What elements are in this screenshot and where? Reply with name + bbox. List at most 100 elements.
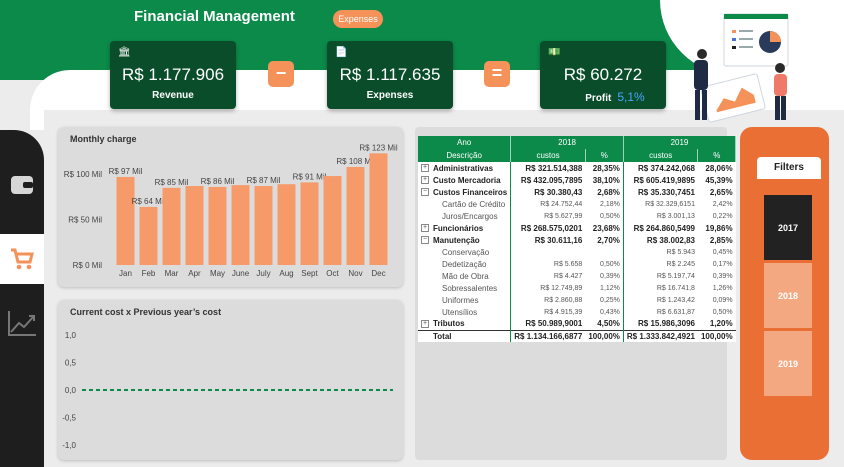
row-description-text: Total	[433, 331, 452, 341]
cell-pct-2018: 4,50%	[597, 319, 620, 329]
board-bullet-1	[732, 30, 736, 33]
bar-sept[interactable]	[300, 182, 319, 265]
cell-pct-2019: 2,85%	[709, 235, 733, 245]
row-description-text: Sobressalentes	[442, 283, 498, 293]
x-tick-label: Dec	[371, 269, 385, 278]
header-costs-2019[interactable]: custos	[623, 149, 699, 162]
person-2-leg2	[781, 96, 786, 120]
cell-pct-2018: 2,68%	[597, 187, 620, 197]
row-description-text: Mão de Obra	[442, 271, 489, 281]
row-description-text: Uniformes	[442, 295, 479, 305]
x-tick-label: July	[256, 269, 270, 278]
row-description: Sobressalentes	[418, 282, 511, 294]
filter-year-2018[interactable]: 2018	[764, 263, 812, 328]
expenses-tag[interactable]: Expenses	[333, 10, 383, 28]
y-tick-label: 0,0	[65, 386, 77, 395]
table-row: Mão de Obra R$ 4.427 0,39% R$ 5.197,74 0,39%	[418, 270, 736, 282]
bar-feb[interactable]	[139, 206, 158, 265]
cell-pct-2018: 0,39%	[600, 272, 620, 280]
bar-may[interactable]	[208, 186, 227, 265]
collapse-icon[interactable]: −	[421, 188, 429, 197]
header-2019[interactable]: 2019	[623, 136, 737, 149]
y-tick-label: R$ 100 Mil	[64, 170, 102, 179]
sidebar-item-expenses[interactable]	[0, 234, 44, 284]
cell-cost-2018: R$ 268.575,0201	[510, 222, 586, 234]
cell-pct-2018: 28,35%	[592, 163, 620, 173]
table-row[interactable]: + Funcionários R$ 268.575,0201 23,68% R$ 264…	[418, 222, 736, 234]
revenue-label: Revenue	[152, 90, 194, 101]
table-row: Conservação R$ 5.943 0,45%	[418, 246, 736, 258]
cell-pct-2018: 0,50%	[600, 212, 620, 220]
y-tick-label: 1,0	[65, 331, 77, 340]
bar-dec[interactable]	[369, 153, 388, 265]
bar-june[interactable]	[231, 185, 250, 265]
table-row: Total R$ 1.134.166,6877 100,00% R$ 1.333.84…	[418, 329, 736, 342]
cell-pct-2018: 0,25%	[600, 296, 620, 304]
person-1-leg	[695, 90, 700, 120]
row-description: Dedetização	[418, 258, 511, 270]
person-2-head	[775, 63, 785, 73]
header-description[interactable]: Descrição	[418, 149, 512, 162]
cell-pct-2019: 0,09%	[712, 296, 733, 304]
board-line-2	[739, 38, 753, 40]
table-row: Sobressalentes R$ 12.749,89 1,12% R$ 16.741…	[418, 282, 736, 294]
person-1-head	[697, 49, 707, 59]
person-1-leg2	[702, 90, 707, 120]
expand-icon[interactable]: +	[421, 320, 429, 329]
cell-pct-2018: 38,10%	[592, 175, 620, 185]
row-description-text: Custos Financeiros	[433, 187, 508, 197]
minus-operator: −	[268, 61, 294, 87]
cell-cost-2019: R$ 605.419,9895	[622, 174, 698, 186]
table-row[interactable]: − Manutenção R$ 30.611,16 2,70% R$ 38.002,83…	[418, 234, 736, 246]
sidebar-item-wallet[interactable]	[0, 160, 44, 210]
bar-aug[interactable]	[277, 184, 296, 265]
header-costs-2018[interactable]: custos	[510, 149, 586, 162]
cell-cost-2018: R$ 1.134.166,6877	[510, 329, 586, 342]
header-pct-2019[interactable]: %	[697, 149, 737, 162]
cell-pct-2019: 2,42%	[712, 200, 733, 208]
bar-jan[interactable]	[116, 176, 135, 265]
board-bar	[724, 14, 788, 19]
row-description: + Administrativas	[418, 162, 511, 174]
bar-data-label: R$ 64 Mil	[132, 197, 166, 206]
bar-mar[interactable]	[162, 187, 181, 265]
monthly-bar-chart: R$ 0 Mil R$ 50 Mil R$ 100 Mil Jan R$ 97 Mil F…	[64, 143, 398, 278]
row-description: Juros/Encargos	[418, 210, 511, 222]
table-row[interactable]: + Tributos R$ 50.989,9001 4,50% R$ 15.986,30…	[418, 318, 736, 330]
x-tick-label: Sept	[301, 269, 318, 278]
cell-pct-2019: 19,86%	[705, 223, 733, 233]
expand-icon[interactable]: +	[421, 176, 429, 185]
bar-nov[interactable]	[346, 166, 365, 265]
cell-pct-2018	[585, 246, 623, 258]
bar-july[interactable]	[254, 186, 273, 265]
table-row[interactable]: − Custos Financeiros R$ 30.380,43 2,68% R$ 3…	[418, 186, 736, 198]
header-year: Ano	[418, 136, 512, 149]
bar-apr[interactable]	[185, 186, 204, 265]
bar-data-label: R$ 87 Mil	[247, 176, 281, 185]
filter-year-2017[interactable]: 2017	[764, 195, 812, 260]
header-pct-2018[interactable]: %	[585, 149, 624, 162]
bar-oct[interactable]	[323, 176, 342, 265]
expand-icon[interactable]: +	[421, 224, 429, 233]
row-description: + Custo Mercadoria	[418, 174, 511, 186]
filter-year-2019[interactable]: 2019	[764, 331, 812, 396]
cell-cost-2019: R$ 2.245	[622, 258, 698, 270]
row-description: Utensílios	[418, 306, 511, 318]
cell-cost-2018	[510, 246, 586, 258]
profit-label-row: Profit 5,1%	[540, 90, 666, 104]
cell-pct-2019: 1,26%	[712, 284, 733, 292]
header-2018[interactable]: 2018	[510, 136, 624, 149]
equals-operator: =	[484, 61, 510, 87]
sidebar-item-trend[interactable]	[0, 298, 44, 348]
collapse-icon[interactable]: −	[421, 236, 429, 245]
cost-table: Ano 2018 2019 Descrição custos % custos …	[418, 136, 737, 342]
row-description: − Custos Financeiros	[418, 186, 511, 198]
cell-cost-2018: R$ 12.749,89	[510, 282, 586, 294]
table-row[interactable]: + Custo Mercadoria R$ 432.095,7895 38,10% R$…	[418, 174, 736, 186]
table-row[interactable]: + Administrativas R$ 321.514,388 28,35% R$ 3…	[418, 162, 736, 174]
cell-cost-2019: R$ 32.329,6151	[622, 198, 698, 210]
page-title: Financial Management	[134, 8, 295, 25]
expand-icon[interactable]: +	[421, 164, 429, 173]
cell-cost-2019: R$ 1.243,42	[622, 294, 698, 306]
cost-table-body: + Administrativas R$ 321.514,388 28,35% R$ 3…	[418, 162, 736, 342]
